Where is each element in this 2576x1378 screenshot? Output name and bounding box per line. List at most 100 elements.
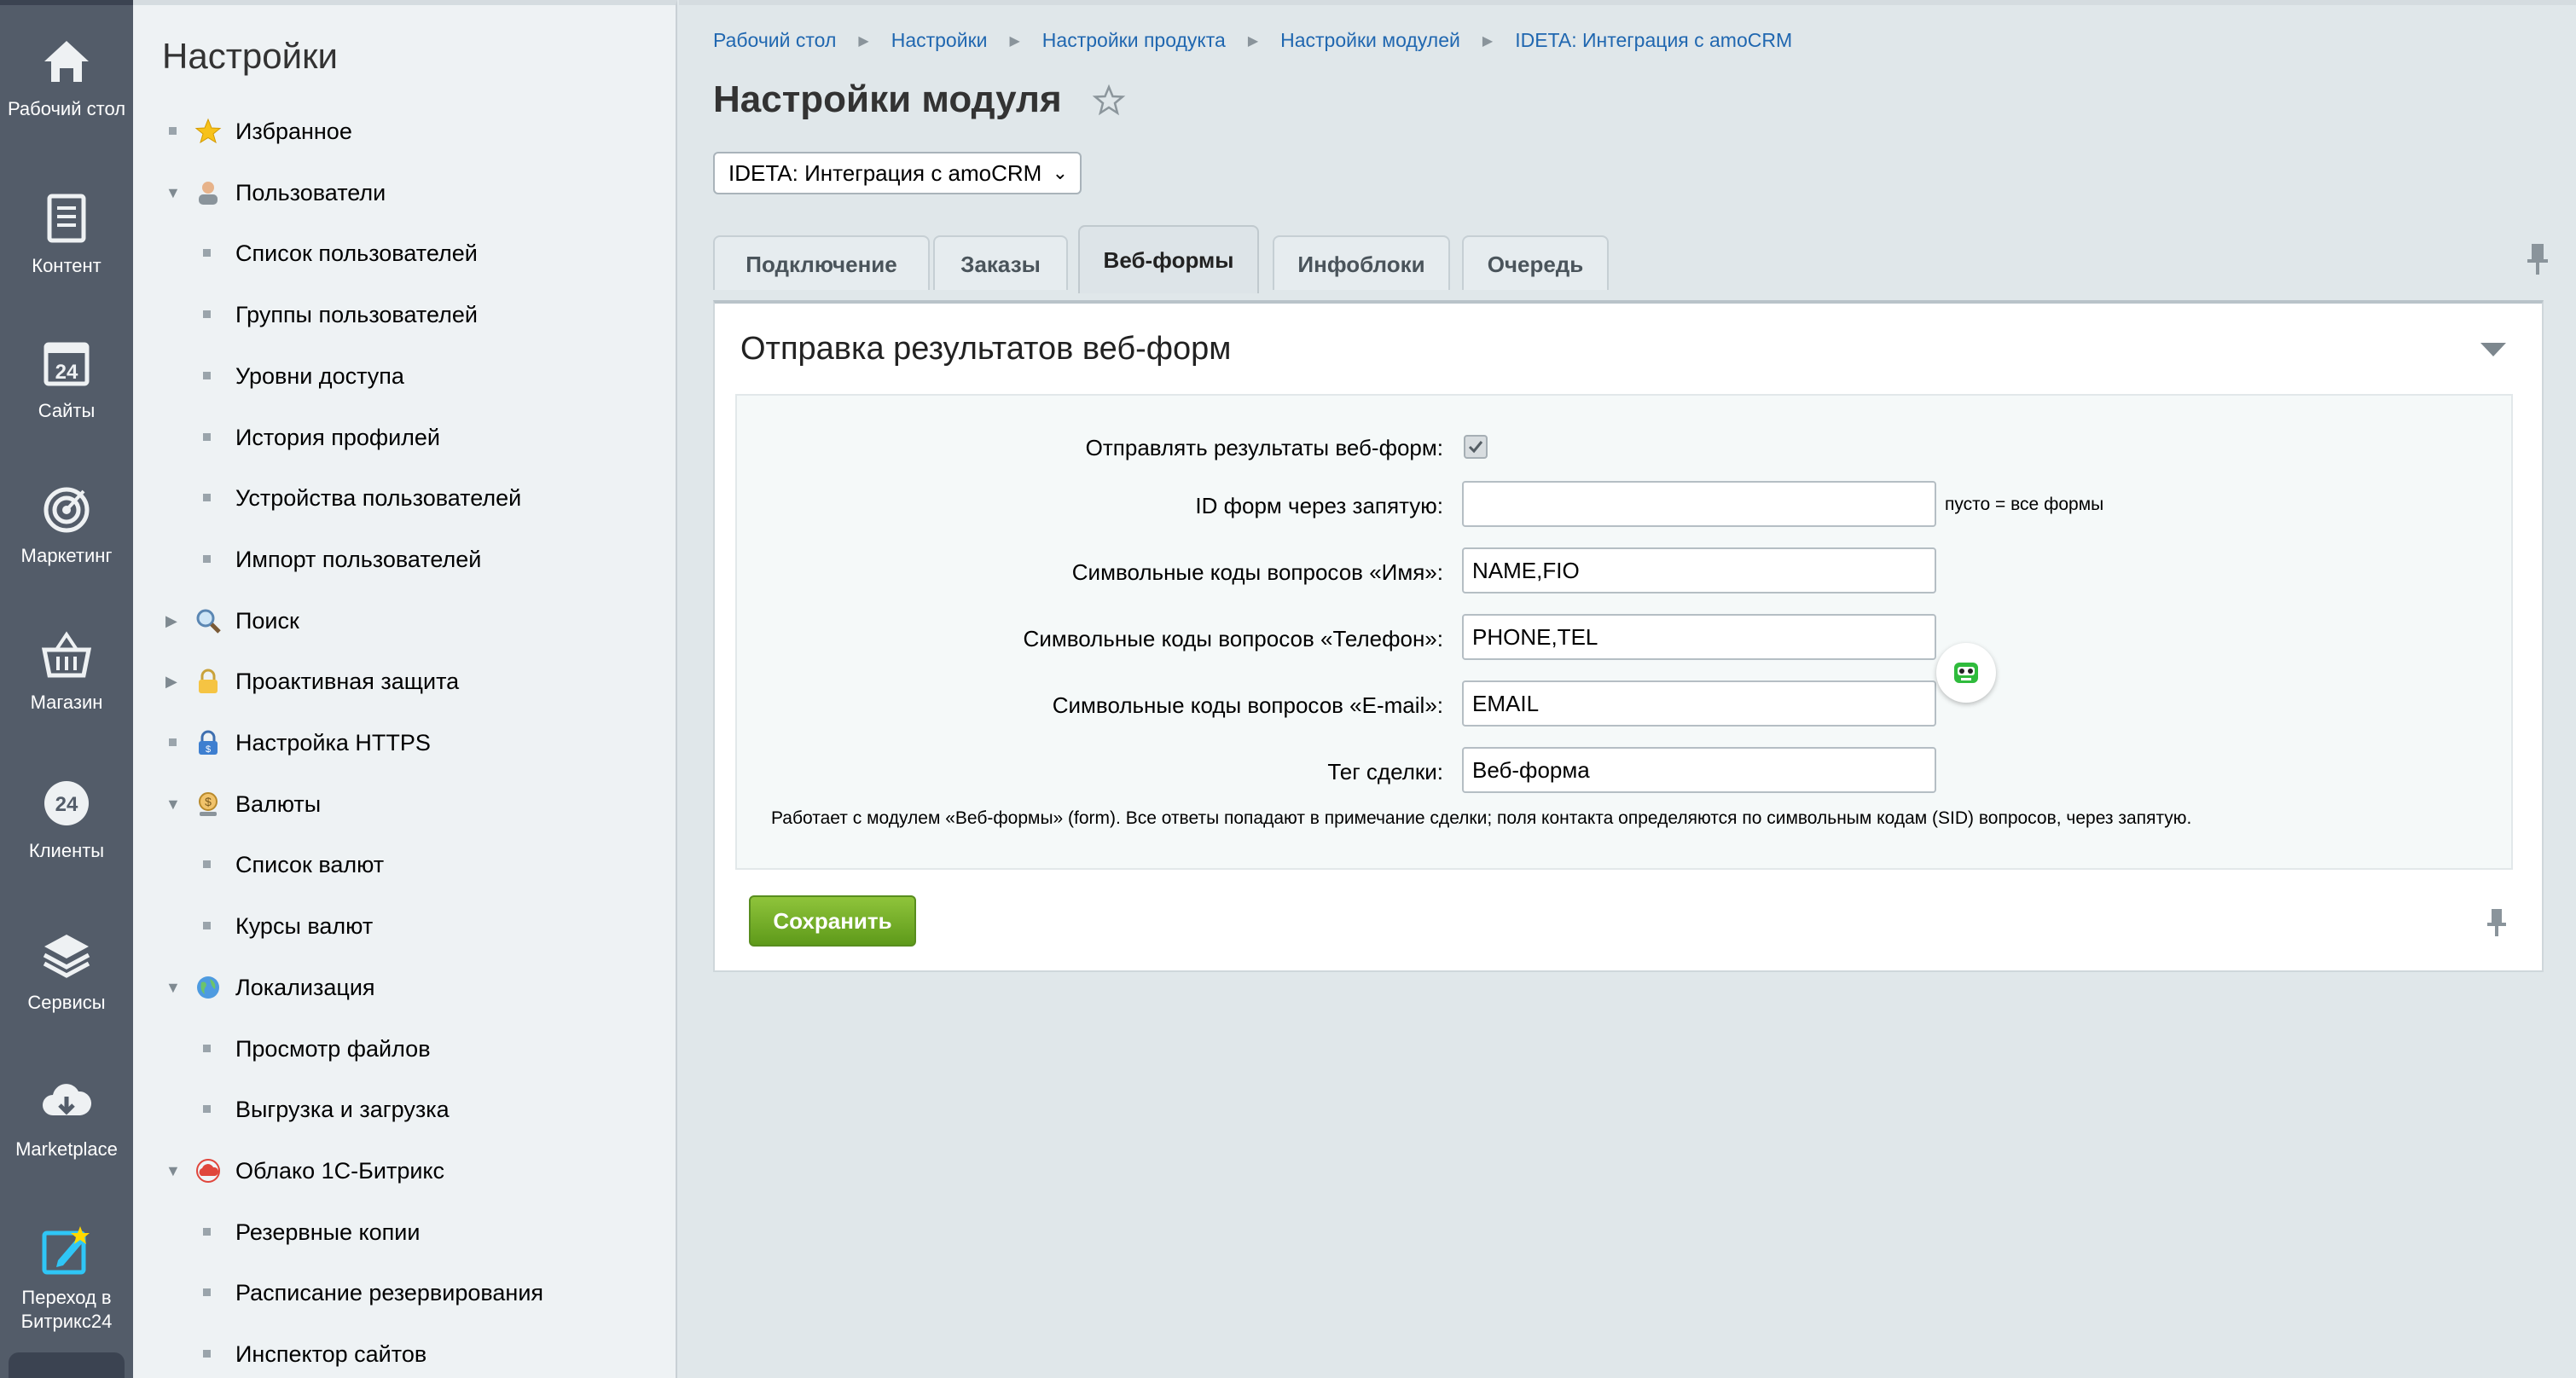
send-results-checkbox[interactable] xyxy=(1464,435,1488,459)
bullet-icon xyxy=(203,433,211,441)
email-codes-label: Символьные коды вопросов «E-mail»: xyxy=(1052,692,1443,718)
menu-item[interactable]: Группы пользователей xyxy=(133,298,645,332)
menu-item[interactable]: Курсы валют xyxy=(133,909,645,943)
chevron-down-icon: ⌄ xyxy=(1052,162,1068,183)
menu-item-label: Просмотр файлов xyxy=(235,1036,431,1062)
menu-item[interactable]: Резервные копии xyxy=(133,1215,645,1249)
menu-item[interactable]: ▶ Поиск xyxy=(133,604,645,638)
menu-item[interactable]: Список валют xyxy=(133,848,645,882)
menu-item[interactable]: ▼ Локализация xyxy=(133,970,645,1005)
menu-item-label: Курсы валют xyxy=(235,913,374,939)
favorite-star-icon[interactable] xyxy=(1092,84,1126,118)
nav-clients-label: Клиенты xyxy=(28,840,105,861)
nav-desktop-label: Рабочий стол xyxy=(7,98,126,119)
nav-content[interactable]: Контент xyxy=(0,191,133,278)
bullet-icon xyxy=(203,310,211,318)
nav-marketplace[interactable]: Marketplace xyxy=(0,1074,133,1161)
expand-arrow-icon[interactable]: ▼ xyxy=(165,1154,181,1188)
menu-item[interactable]: Инспектор сайтов xyxy=(133,1337,645,1371)
breadcrumb-link-module[interactable]: IDETA: Интеграция с amoCRM xyxy=(1515,29,1792,52)
menu-item-label: Пользователи xyxy=(235,180,386,206)
bitrix24-edit-icon xyxy=(42,1226,90,1275)
basket-icon xyxy=(41,631,92,678)
menu-item[interactable]: Просмотр файлов xyxy=(133,1032,645,1066)
calendar-24-icon: 24 xyxy=(44,342,90,386)
save-button[interactable]: Сохранить xyxy=(749,895,916,947)
settings-menu: Настройки Избранное ▼ Пользователи Список п… xyxy=(133,0,677,1378)
nav-services[interactable]: Сервисы xyxy=(0,928,133,1015)
layers-icon xyxy=(43,935,90,978)
star-icon xyxy=(194,118,222,145)
svg-text:24: 24 xyxy=(55,793,78,816)
breadcrumb-link-settings[interactable]: Настройки xyxy=(891,29,988,52)
menu-item[interactable]: Выгрузка и загрузка xyxy=(133,1092,645,1126)
bullet-icon xyxy=(169,127,177,135)
collapse-arrow-icon[interactable]: ▶ xyxy=(165,664,177,698)
menu-item-label: Облако 1С-Битрикс xyxy=(235,1158,445,1184)
menu-item[interactable]: История профилей xyxy=(133,420,645,455)
collapse-arrow-icon[interactable]: ▶ xyxy=(165,604,177,638)
menu-item-label: Инспектор сайтов xyxy=(235,1341,427,1367)
section-title: Отправка результатов веб-форм xyxy=(740,331,1232,367)
name-codes-label: Символьные коды вопросов «Имя»: xyxy=(1071,559,1443,585)
menu-item-label: Импорт пользователей xyxy=(235,547,482,572)
breadcrumb-link-module-settings[interactable]: Настройки модулей xyxy=(1280,29,1460,52)
menu-item[interactable]: ▼ $ Валюты xyxy=(133,787,645,821)
module-select[interactable]: IDETA: Интеграция с amoCRM ⌄ xyxy=(713,152,1082,194)
bullet-icon xyxy=(203,494,211,501)
breadcrumb-link-product-settings[interactable]: Настройки продукта xyxy=(1042,29,1226,52)
email-codes-input[interactable]: EMAIL xyxy=(1462,680,1936,727)
breadcrumb-link-desktop[interactable]: Рабочий стол xyxy=(713,29,836,52)
menu-item[interactable]: Избранное xyxy=(133,114,645,148)
nav-marketing[interactable]: Маркетинг xyxy=(0,481,133,568)
pin-icon[interactable] xyxy=(2486,907,2508,938)
nav-desktop[interactable]: Рабочий стол xyxy=(0,34,133,121)
menu-item[interactable]: Устройства пользователей xyxy=(133,481,645,515)
svg-text:$: $ xyxy=(206,744,211,755)
menu-item-label: Проактивная защита xyxy=(235,669,460,694)
deal-tag-input[interactable]: Веб-форма xyxy=(1462,747,1936,793)
bullet-icon xyxy=(203,555,211,563)
home-icon xyxy=(44,41,89,82)
menu-item-label: История профилей xyxy=(235,425,441,450)
currency-icon: $ xyxy=(194,790,222,818)
tab-webforms[interactable]: Веб-формы xyxy=(1078,225,1259,293)
menu-item[interactable]: Расписание резервирования xyxy=(133,1276,645,1310)
menu-item[interactable]: ▼ Облако 1С-Битрикс xyxy=(133,1154,645,1188)
menu-item-label: Группы пользователей xyxy=(235,302,478,327)
clients-24-icon: 24 xyxy=(44,781,89,825)
nav-sites[interactable]: 24 Сайты xyxy=(0,336,133,423)
name-codes-input[interactable]: NAME,FIO xyxy=(1462,547,1936,593)
form-ids-hint: пусто = все формы xyxy=(1945,495,2104,514)
pin-icon[interactable] xyxy=(2525,242,2550,276)
menu-item[interactable]: Импорт пользователей xyxy=(133,542,645,576)
menu-item[interactable]: $ Настройка HTTPS xyxy=(133,726,645,760)
nav-services-label: Сервисы xyxy=(27,992,106,1013)
tab-queue[interactable]: Очередь xyxy=(1462,235,1609,290)
expand-arrow-icon[interactable]: ▼ xyxy=(165,787,181,821)
iconbar-expand-handle[interactable] xyxy=(9,1352,125,1378)
tab-infoblocks[interactable]: Инфоблоки xyxy=(1273,235,1450,290)
nav-shop[interactable]: Магазин xyxy=(0,628,133,715)
collapse-triangle-icon[interactable] xyxy=(2479,341,2508,358)
phone-codes-input[interactable]: PHONE,TEL xyxy=(1462,614,1936,660)
nav-marketing-label: Маркетинг xyxy=(20,545,113,566)
menu-item-label: Расписание резервирования xyxy=(235,1280,544,1306)
menu-item-label: Выгрузка и загрузка xyxy=(235,1097,450,1122)
bullet-icon xyxy=(169,738,177,746)
menu-item[interactable]: ▼ Пользователи xyxy=(133,176,645,210)
expand-arrow-icon[interactable]: ▼ xyxy=(165,970,181,1005)
assistant-bot-button[interactable] xyxy=(1936,643,1996,703)
menu-item[interactable]: Уровни доступа xyxy=(133,359,645,393)
nav-bitrix24[interactable]: Переход в Битрикс24 xyxy=(0,1223,133,1334)
expand-arrow-icon[interactable]: ▼ xyxy=(165,176,181,210)
tab-connection[interactable]: Подключение xyxy=(713,235,930,290)
menu-item[interactable]: Список пользователей xyxy=(133,236,645,270)
breadcrumb-separator-icon: ▶ xyxy=(1247,34,1259,49)
form-ids-input[interactable] xyxy=(1462,481,1936,527)
nav-bitrix24-label: Переход в Битрикс24 xyxy=(20,1287,113,1332)
menu-item[interactable]: ▶ Проактивная защита xyxy=(133,664,645,698)
tab-orders[interactable]: Заказы xyxy=(933,235,1068,290)
nav-clients[interactable]: 24 Клиенты xyxy=(0,776,133,863)
menu-item-label: Валюты xyxy=(235,791,322,817)
